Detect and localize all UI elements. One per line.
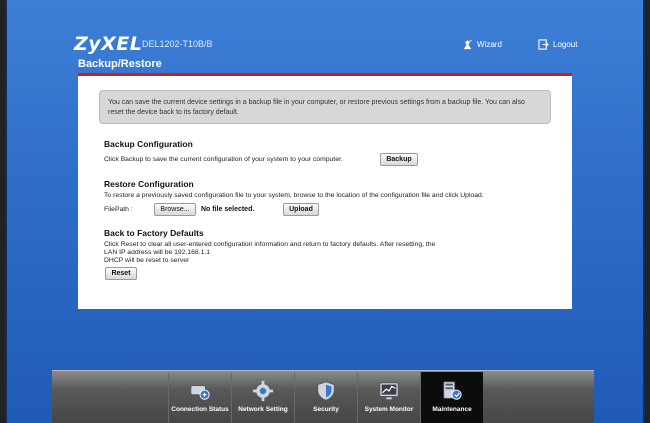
nav-label-maintenance: Maintenance <box>432 406 472 413</box>
wizard-icon <box>463 39 473 50</box>
nav-label-system-monitor: System Monitor <box>364 406 414 413</box>
connection-status-icon <box>190 385 210 400</box>
browse-button[interactable]: Browse... <box>154 203 196 216</box>
shield-icon <box>317 381 335 401</box>
backup-section-title: Backup Configuration <box>104 139 193 149</box>
nav-network-setting[interactable]: Network Setting <box>231 372 294 423</box>
factory-description-line3: DHCP will be reset to server <box>104 257 190 264</box>
backup-description: Click Backup to save the current configu… <box>104 156 343 163</box>
factory-description-line2: LAN IP address will be 192.168.1.1 <box>104 249 211 256</box>
restore-section-title: Restore Configuration <box>104 179 194 189</box>
nav-maintenance[interactable]: Maintenance <box>420 372 483 423</box>
no-file-text: No file selected. <box>201 206 255 213</box>
page-title: Backup/Restore <box>78 58 162 70</box>
factory-description-line1: Click Reset to clear all user-entered co… <box>104 241 436 248</box>
content-panel: You can save the current device settings… <box>78 76 572 309</box>
logout-label: Logout <box>553 40 578 49</box>
restore-description: To restore a previously saved configurat… <box>104 192 484 199</box>
maintenance-icon <box>443 381 462 400</box>
device-model: DEL1202-T10B/B <box>142 39 213 49</box>
filepath-label: FilePath : <box>104 206 133 213</box>
brand-logo: ZyXEL <box>74 33 143 55</box>
wizard-link[interactable]: Wizard <box>462 39 502 50</box>
nav-label-security: Security <box>313 406 339 413</box>
wizard-label: Wizard <box>477 40 502 49</box>
nav-label-network-setting: Network Setting <box>238 406 288 413</box>
reset-button[interactable]: Reset <box>105 267 137 280</box>
gear-icon <box>252 380 274 402</box>
logout-icon <box>538 39 549 50</box>
nav-label-connection-status: Connection Status <box>171 406 229 413</box>
nav-security[interactable]: Security <box>294 372 357 423</box>
nav-system-monitor[interactable]: System Monitor <box>357 372 420 423</box>
info-notice: You can save the current device settings… <box>99 90 551 124</box>
logout-link[interactable]: Logout <box>538 39 577 50</box>
nav-connection-status[interactable]: Connection Status <box>168 372 231 423</box>
backup-button[interactable]: Backup <box>380 153 418 166</box>
monitor-chart-icon <box>379 382 399 400</box>
factory-section-title: Back to Factory Defaults <box>104 228 204 238</box>
upload-button[interactable]: Upload <box>283 203 319 216</box>
